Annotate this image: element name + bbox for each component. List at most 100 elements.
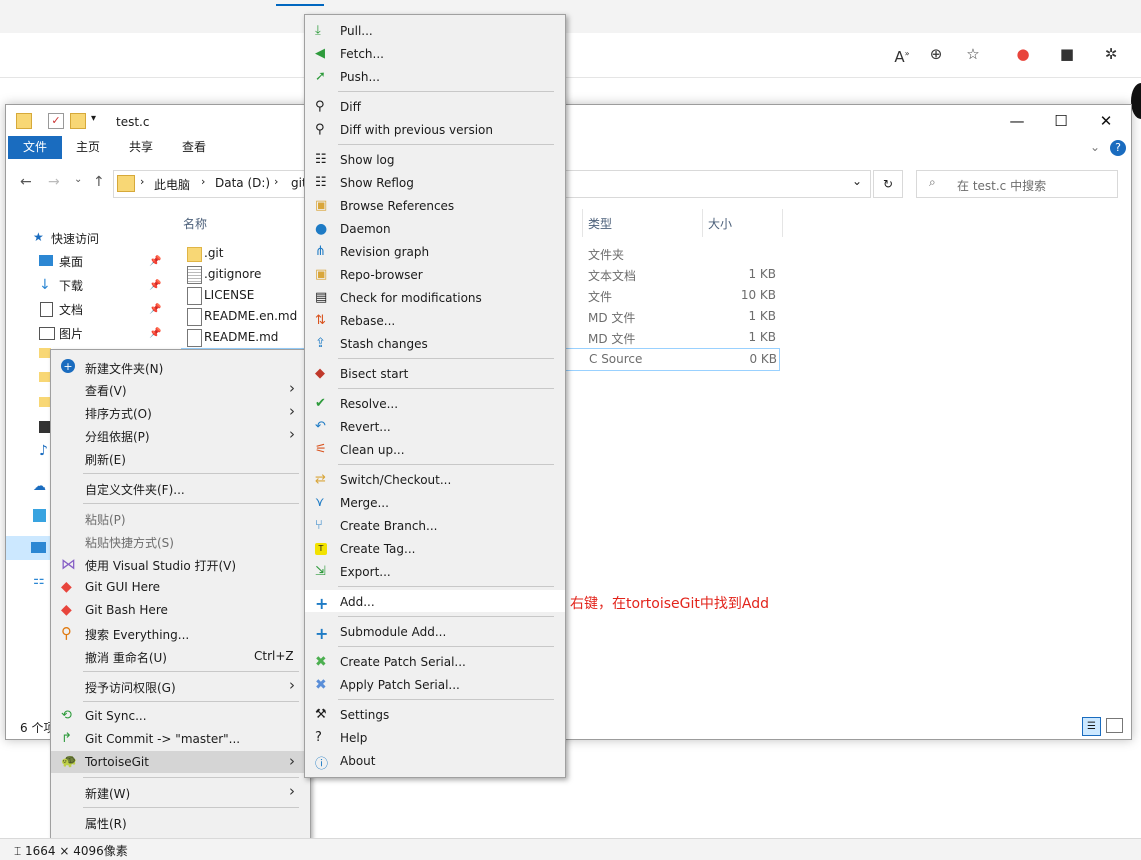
maximize-button[interactable]: ☐ (1048, 111, 1074, 131)
menu-pull[interactable]: ⤓ Pull... (305, 19, 565, 41)
tab-view[interactable]: 查看 (182, 136, 206, 159)
menu-about[interactable]: ⓘ About (305, 749, 565, 772)
menu-view[interactable]: 查看(V) › (51, 378, 310, 400)
address-dropdown-icon[interactable]: ⌄ (852, 174, 862, 188)
menu-git-gui[interactable]: ◆ Git GUI Here (51, 576, 310, 598)
menu-refresh[interactable]: 刷新(E) (51, 447, 310, 469)
cleanup-icon: ⚟ (315, 442, 327, 457)
menu-open-visual-studio[interactable]: ⋈ 使用 Visual Studio 打开(V) (51, 553, 310, 575)
forward-icon[interactable]: → (48, 174, 60, 190)
column-size[interactable]: 大小 (708, 215, 732, 232)
menu-tortoisegit[interactable]: 🐢 TortoiseGit › (51, 751, 310, 773)
tab-share[interactable]: 共享 (129, 136, 153, 159)
back-icon[interactable]: ← (20, 174, 32, 190)
menu-create-tag[interactable]: T Create Tag... (305, 537, 565, 559)
menu-create-branch[interactable]: ⑂ Create Branch... (305, 514, 565, 536)
minimize-button[interactable]: — (1004, 111, 1030, 131)
qat-dropdown-icon[interactable]: ▾ (91, 113, 96, 124)
menu-properties[interactable]: 属性(R) (51, 811, 310, 833)
menu-apply-patch-serial[interactable]: ✖ Apply Patch Serial... (305, 673, 565, 695)
menu-paste[interactable]: 粘贴(P) (51, 507, 310, 529)
menu-customize-folder[interactable]: 自定义文件夹(F)... (51, 477, 310, 499)
menu-rebase[interactable]: ⇅ Rebase... (305, 309, 565, 331)
extension-black-icon[interactable]: ■ (1057, 44, 1077, 64)
large-icons-view-icon[interactable] (1106, 718, 1123, 733)
reflog-icon: ☷ (315, 175, 327, 190)
info-icon: ⓘ (315, 757, 329, 772)
menu-search-everything[interactable]: ⚲ 搜索 Everything... (51, 622, 310, 644)
log-icon: ☷ (315, 152, 327, 167)
up-icon[interactable]: ↑ (93, 174, 105, 190)
menu-git-sync[interactable]: ⟲ Git Sync... (51, 705, 310, 727)
column-name[interactable]: 名称 (183, 215, 207, 232)
menu-daemon[interactable]: ● Daemon (305, 217, 565, 239)
menu-browse-references[interactable]: ▣ Browse References (305, 194, 565, 216)
menu-stash-changes[interactable]: ⇪ Stash changes (305, 332, 565, 354)
menu-undo-rename[interactable]: 撤消 重命名(U) Ctrl+Z (51, 645, 310, 667)
menu-switch-checkout[interactable]: ⇄ Switch/Checkout... (305, 468, 565, 490)
menu-submodule-add[interactable]: + Submodule Add... (305, 620, 565, 643)
column-type[interactable]: 类型 (588, 215, 612, 232)
zoom-icon[interactable]: ⊕ (926, 44, 946, 64)
new-folder-icon[interactable] (70, 113, 86, 129)
refresh-button[interactable]: ↻ (873, 170, 903, 198)
menu-show-log[interactable]: ☷ Show log (305, 148, 565, 170)
properties-icon[interactable]: ✓ (48, 113, 64, 129)
menu-check-modifications[interactable]: ▤ Check for modifications (305, 286, 565, 308)
menu-git-commit[interactable]: ↱ Git Commit -> "master"... (51, 728, 310, 750)
menu-add[interactable]: + Add... (305, 590, 565, 613)
menu-show-reflog[interactable]: ☷ Show Reflog (305, 171, 565, 193)
breadcrumb-drive[interactable]: Data (D:) (215, 176, 270, 190)
breadcrumb-this-pc[interactable]: 此电脑 (154, 176, 190, 193)
menu-group-by[interactable]: 分组依据(P) › (51, 424, 310, 446)
nav-downloads[interactable]: 下载 (59, 277, 83, 294)
extension-red-icon[interactable]: ● (1013, 44, 1033, 64)
close-button[interactable]: ✕ (1093, 111, 1119, 131)
read-aloud-icon[interactable]: A» (892, 44, 912, 66)
menu-export[interactable]: ⇲ Export... (305, 560, 565, 582)
extensions-puzzle-icon[interactable]: ✲ (1101, 44, 1121, 64)
menu-clean-up[interactable]: ⚟ Clean up... (305, 438, 565, 460)
pin-icon[interactable]: 📌 (149, 256, 161, 267)
menu-merge[interactable]: ⋎ Merge... (305, 491, 565, 513)
menu-settings[interactable]: ⚒ Settings (305, 703, 565, 725)
image-size-label: ⌶ 1664 × 4096像素 (14, 842, 128, 859)
nav-quick-access[interactable]: 快速访问 (51, 230, 99, 247)
ribbon-expand-icon[interactable]: ⌄ (1090, 140, 1100, 154)
menu-push[interactable]: ➚ Push... (305, 65, 565, 87)
menu-git-bash[interactable]: ◆ Git Bash Here (51, 599, 310, 621)
avatar[interactable] (1131, 83, 1141, 119)
details-view-icon[interactable]: ☰ (1082, 717, 1101, 736)
menu-grant-access[interactable]: 授予访问权限(G) › (51, 675, 310, 697)
pin-icon[interactable]: 📌 (149, 304, 161, 315)
search-input[interactable]: ⌕ 在 test.c 中搜索 (916, 170, 1118, 198)
nav-desktop[interactable]: 桌面 (59, 253, 83, 270)
recent-dropdown-icon[interactable]: ⌄ (74, 174, 82, 185)
help-icon[interactable]: ? (1110, 140, 1126, 156)
menu-new[interactable]: 新建(W) › (51, 781, 310, 803)
menu-resolve[interactable]: ✔ Resolve... (305, 392, 565, 414)
annotation-text: 右键，在tortoiseGit中找到Add (570, 596, 769, 612)
tab-file[interactable]: 文件 (8, 136, 62, 159)
menu-create-patch-serial[interactable]: ✖ Create Patch Serial... (305, 650, 565, 672)
pin-icon[interactable]: 📌 (149, 280, 161, 291)
active-tab-indicator (276, 4, 324, 6)
menu-new-folder[interactable]: + 新建文件夹(N) (51, 356, 310, 378)
menu-revert[interactable]: ↶ Revert... (305, 415, 565, 437)
menu-sort-by[interactable]: 排序方式(O) › (51, 401, 310, 423)
menu-revision-graph[interactable]: ⋔ Revision graph (305, 240, 565, 262)
pin-icon[interactable]: 📌 (149, 328, 161, 339)
menu-help[interactable]: ? Help (305, 726, 565, 748)
tab-home[interactable]: 主页 (76, 136, 100, 159)
nav-pictures[interactable]: 图片 (59, 325, 83, 342)
menu-repo-browser[interactable]: ▣ Repo-browser (305, 263, 565, 285)
nav-documents[interactable]: 文档 (59, 301, 83, 318)
folder-icon (16, 113, 32, 129)
menu-paste-shortcut[interactable]: 粘贴快捷方式(S) (51, 530, 310, 552)
menu-bisect-start[interactable]: ◆ Bisect start (305, 362, 565, 384)
favorite-add-icon[interactable]: ☆ (963, 44, 983, 64)
file-icon (187, 287, 202, 305)
menu-fetch[interactable]: ◀ Fetch... (305, 42, 565, 64)
menu-diff[interactable]: ⚲ Diff (305, 95, 565, 117)
menu-diff-previous[interactable]: ⚲ Diff with previous version (305, 118, 565, 140)
